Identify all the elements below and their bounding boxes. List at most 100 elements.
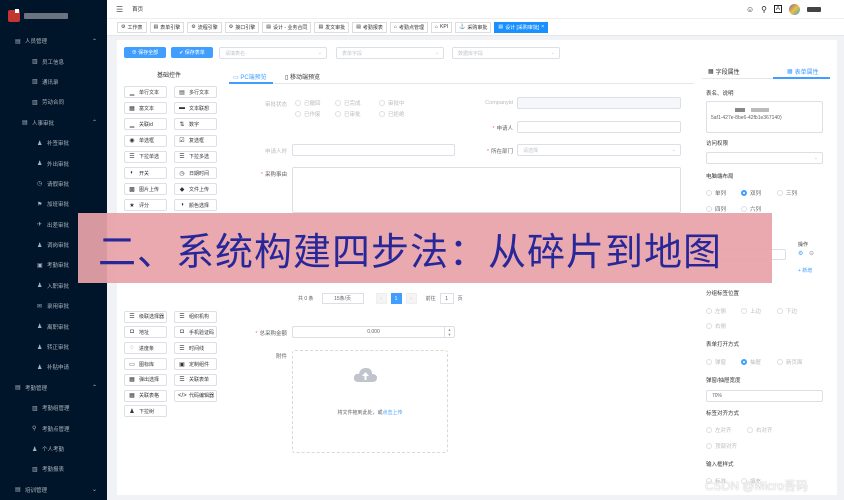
tab-item[interactable]: ⌂ 考勤点管理 <box>389 21 428 33</box>
table-name-input[interactable]: 5af1-427e-8be6-42fb1e367140) <box>706 101 823 133</box>
page-size-select[interactable]: 15条/页 <box>321 293 364 304</box>
total-amount-input[interactable]: 0.000 ▲ ▼ <box>292 326 455 338</box>
sidebar-item[interactable]: ▥ 考勤报表 <box>0 459 107 479</box>
palette-item[interactable]: ▦ 关联表格 <box>124 389 167 402</box>
breadcrumb[interactable]: 首页 <box>132 5 143 13</box>
add-group-button[interactable]: + 新增 <box>798 267 812 274</box>
avatar[interactable] <box>789 3 800 15</box>
palette-item[interactable]: ◐ 开关 <box>124 167 167 179</box>
sidebar-item[interactable]: ♟ 转正审批 <box>0 337 107 357</box>
dept-select[interactable]: 请选择 ⌄ <box>517 144 681 156</box>
message-icon[interactable]: ☺ <box>746 5 754 14</box>
save-form-button[interactable]: ✔ 保存表单 <box>171 47 213 58</box>
sidebar-item[interactable]: ▥ 员工信息 <box>0 51 107 71</box>
palette-item[interactable]: ◑ 颜色选择 <box>174 199 217 212</box>
sidebar-item[interactable]: ▤ 培训管理 ⌄ <box>0 480 107 500</box>
palette-item[interactable]: ☰ 下拉单选 <box>124 150 167 163</box>
search-icon[interactable]: ⚲ <box>761 5 767 14</box>
sidebar-item[interactable]: ▤ 人员管理 ⌃ <box>0 31 107 51</box>
palette-item[interactable]: ☰ 级联选择器 <box>124 310 167 323</box>
radio-option[interactable]: 已作废 <box>295 110 321 118</box>
sidebar-item[interactable]: ▥ 考勤组管理 <box>0 398 107 418</box>
radio-option[interactable]: 单列 <box>706 189 726 197</box>
sidebar-item[interactable]: ▥ 通讯录 <box>0 72 107 92</box>
palette-item[interactable]: ◷ 日期时间 <box>174 167 217 179</box>
apply-date-input[interactable] <box>292 144 455 156</box>
sidebar-item[interactable]: ♟ 补签审批 <box>0 133 107 153</box>
palette-item[interactable]: ▦ 富文本 <box>124 102 167 115</box>
radio-option[interactable]: 右对齐 <box>747 426 773 434</box>
palette-item[interactable]: ◉ 单选框 <box>124 134 167 147</box>
radio-option[interactable]: 六列 <box>741 205 761 213</box>
sidebar-item[interactable]: ▥ 劳动合同 <box>0 92 107 112</box>
tab-item[interactable]: ▤ 表单引擎 <box>149 21 185 33</box>
page-number[interactable]: 1 <box>390 293 402 304</box>
radio-option[interactable]: 四列 <box>706 205 726 213</box>
sidebar-item[interactable]: ▤ 人事审批 ⌃ <box>0 113 107 133</box>
palette-item[interactable]: ★ 评分 <box>124 199 167 212</box>
radio-option[interactable]: 已完成 <box>335 99 361 107</box>
radio-option[interactable]: 抽屉 <box>741 358 761 366</box>
sidebar-item[interactable]: ♟ 外出审批 <box>0 153 107 173</box>
palette-item[interactable]: ▁ 单行文本 <box>124 86 167 98</box>
palette-item[interactable]: ♟ 下拉树 <box>124 405 167 418</box>
tab-item[interactable]: ▤ 设计 - 业务合同 <box>262 21 312 33</box>
menu-toggle-icon[interactable]: ☰ <box>116 5 123 14</box>
tab-field-props[interactable]: ▦ 字段属性 <box>708 67 740 76</box>
username[interactable] <box>807 6 821 12</box>
sidebar-item[interactable]: ⚲ 考勤点管理 <box>0 418 107 438</box>
tab-item[interactable]: ⚓ 采购审批 <box>455 21 492 33</box>
db-field-select[interactable]: 数据库字段 ⌄ <box>452 47 560 59</box>
sidebar-item[interactable]: ♟ 离职审批 <box>0 316 107 336</box>
close-icon[interactable]: × <box>541 24 544 30</box>
radio-option[interactable]: 右侧 <box>706 322 726 330</box>
radio-option[interactable]: 双列 <box>741 189 761 197</box>
tab-mobile-preview[interactable]: ▯ 移动端预览 <box>285 72 320 81</box>
palette-item[interactable]: ▩ 图片上传 <box>124 183 167 196</box>
delete-icon[interactable]: ⊖ <box>809 250 814 257</box>
font-size-icon[interactable]: A <box>773 5 782 13</box>
sidebar-item[interactable]: ♟ 个人考勤 <box>0 439 107 459</box>
upload-dropzone[interactable]: 将文件拖到此处，或点击上传 <box>292 350 448 453</box>
tab-item[interactable]: ⌂ KPI <box>430 21 453 33</box>
radio-option[interactable]: 三列 <box>777 189 797 197</box>
palette-item[interactable]: ▤ 多行文本 <box>174 86 217 98</box>
stepper-icon[interactable]: ▲ ▼ <box>444 327 454 337</box>
companyid-input[interactable] <box>517 97 681 109</box>
palette-item[interactable]: ☰ 组织机构 <box>174 310 217 323</box>
palette-item[interactable]: </> 代码编辑器 <box>174 389 217 402</box>
radio-option[interactable]: 左对齐 <box>706 426 732 434</box>
palette-item[interactable]: ◘ 地址 <box>124 326 167 339</box>
palette-item[interactable]: ⇅ 数字 <box>174 118 217 131</box>
applicant-input[interactable] <box>517 121 681 133</box>
palette-item[interactable]: ▣ 定制组件 <box>174 358 217 370</box>
radio-option[interactable]: 已审批 <box>335 110 361 118</box>
palette-item[interactable]: ☑ 复选框 <box>174 134 217 147</box>
tab-item[interactable]: ⚙ 接口引擎 <box>224 21 260 33</box>
width-input[interactable]: 70% <box>706 390 823 402</box>
radio-option[interactable]: 新页面 <box>777 358 803 366</box>
tab-item[interactable]: ▤ 设计 [采购审批] × <box>494 21 549 33</box>
sidebar-item[interactable]: ✉ 录用审批 <box>0 296 107 316</box>
radio-option[interactable]: 已拒绝 <box>379 110 405 118</box>
tab-item[interactable]: ▤ 发文审批 <box>314 21 350 33</box>
tab-form-props[interactable]: ▦ 表单属性 <box>787 67 819 76</box>
palette-item[interactable]: ▬ 文本联想 <box>174 102 217 115</box>
goto-input[interactable]: 1 <box>439 293 454 304</box>
sidebar-item[interactable]: ♟ 补贴申请 <box>0 357 107 377</box>
sidebar-item[interactable]: ◷ 请假审批 <box>0 174 107 194</box>
sidebar-item[interactable]: ▤ 考勤管理 ⌃ <box>0 378 107 398</box>
palette-item[interactable]: ☰ 关联表单 <box>174 373 217 386</box>
access-select[interactable]: ⌄ <box>706 152 823 164</box>
radio-option[interactable]: 顶部对齐 <box>706 442 737 450</box>
radio-option[interactable]: 已撤回 <box>295 99 321 107</box>
palette-item[interactable]: ▦ 弹出选择 <box>124 373 167 386</box>
radio-option[interactable]: 弹窗 <box>706 358 726 366</box>
palette-item[interactable]: ☰ 下拉多选 <box>174 150 217 163</box>
tab-item[interactable]: ⚙ 流程引擎 <box>187 21 222 33</box>
tab-item[interactable]: ⚙ 工作表 <box>117 21 147 33</box>
palette-item[interactable]: ☰ 时间线 <box>174 342 217 355</box>
palette-item[interactable]: ▁ 关联id <box>124 118 167 131</box>
tab-item[interactable]: ▤ 考勤报表 <box>352 21 387 33</box>
palette-item[interactable]: ▭ 图标库 <box>124 358 167 370</box>
